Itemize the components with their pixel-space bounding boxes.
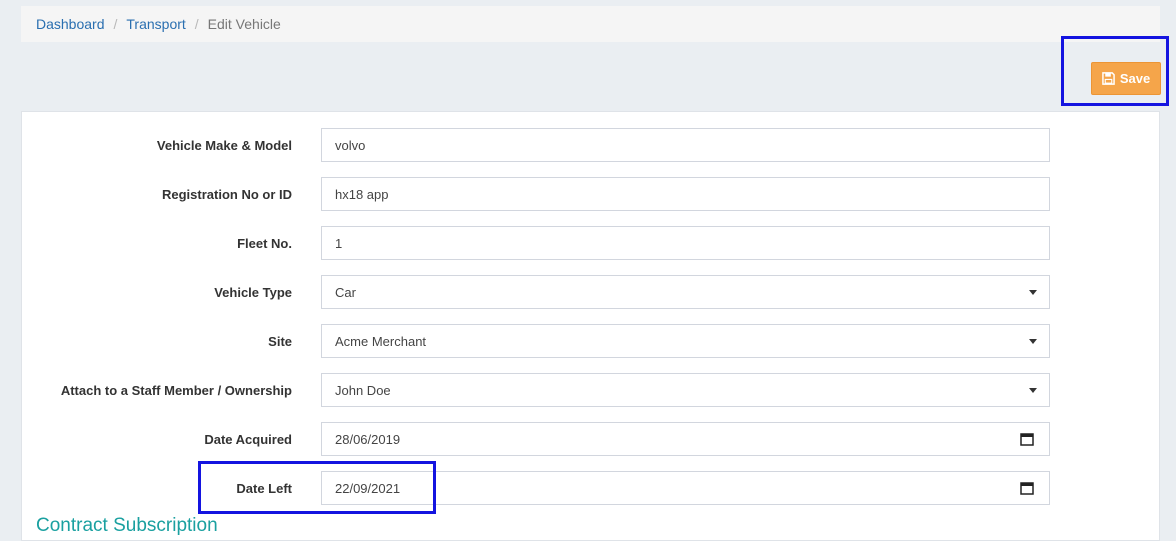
floppy-disk-icon xyxy=(1101,72,1115,85)
field-label: Date Left xyxy=(236,480,292,496)
field-label: Date Acquired xyxy=(204,431,292,447)
form-row-fleet-no: Fleet No. 1 xyxy=(22,226,1161,260)
form-row-vehicle-type: Vehicle Type Car xyxy=(22,275,1161,309)
form-row-staff-member: Attach to a Staff Member / Ownership Joh… xyxy=(22,373,1161,407)
save-button-label: Save xyxy=(1119,71,1151,86)
form-row-date-acquired: Date Acquired 28/06/2019 xyxy=(22,422,1161,456)
vehicle-form-panel: Vehicle Make & Model volvo Registration … xyxy=(21,111,1160,541)
field-value: Car xyxy=(335,284,356,300)
fleet-no-input[interactable]: 1 xyxy=(321,226,1050,260)
form-row-date-left: Date Left 22/09/2021 xyxy=(22,471,1161,505)
field-value: Acme Merchant xyxy=(335,333,427,349)
chevron-down-icon xyxy=(1029,290,1037,295)
form-row-registration: Registration No or ID hx18 app xyxy=(22,177,1161,211)
section-title: Contract Subscription xyxy=(36,515,218,536)
calendar-icon[interactable] xyxy=(1020,481,1034,495)
save-button[interactable]: Save xyxy=(1091,62,1161,95)
breadcrumb-link-transport[interactable]: Transport xyxy=(126,16,185,32)
field-value: 28/06/2019 xyxy=(335,431,401,447)
field-label: Site xyxy=(268,333,292,349)
field-label: Registration No or ID xyxy=(161,186,292,202)
field-label: Fleet No. xyxy=(237,235,292,251)
breadcrumb: Dashboard / Transport / Edit Vehicle xyxy=(21,6,1160,42)
field-value: volvo xyxy=(335,137,366,153)
vehicle-type-select[interactable]: Car xyxy=(321,275,1050,309)
site-select[interactable]: Acme Merchant xyxy=(321,324,1050,358)
calendar-icon[interactable] xyxy=(1020,432,1034,446)
breadcrumb-link-dashboard[interactable]: Dashboard xyxy=(36,16,105,32)
field-value: John Doe xyxy=(335,382,391,398)
field-value: 1 xyxy=(335,235,343,251)
registration-input[interactable]: hx18 app xyxy=(321,177,1050,211)
staff-member-select[interactable]: John Doe xyxy=(321,373,1050,407)
chevron-down-icon xyxy=(1029,339,1037,344)
make-model-input[interactable]: volvo xyxy=(321,128,1050,162)
field-label: Vehicle Make & Model xyxy=(156,137,292,153)
breadcrumb-separator: / xyxy=(113,16,118,32)
date-left-input[interactable]: 22/09/2021 xyxy=(321,471,1050,505)
form-row-site: Site Acme Merchant xyxy=(22,324,1161,358)
breadcrumb-separator: / xyxy=(194,16,199,32)
breadcrumb-current: Edit Vehicle xyxy=(207,16,281,32)
field-value: 22/09/2021 xyxy=(335,480,401,496)
chevron-down-icon xyxy=(1029,388,1037,393)
field-label: Attach to a Staff Member / Ownership xyxy=(60,382,292,398)
date-acquired-input[interactable]: 28/06/2019 xyxy=(321,422,1050,456)
field-label: Vehicle Type xyxy=(214,284,292,300)
form-row-make-model: Vehicle Make & Model volvo xyxy=(22,128,1161,162)
field-value: hx18 app xyxy=(335,186,389,202)
